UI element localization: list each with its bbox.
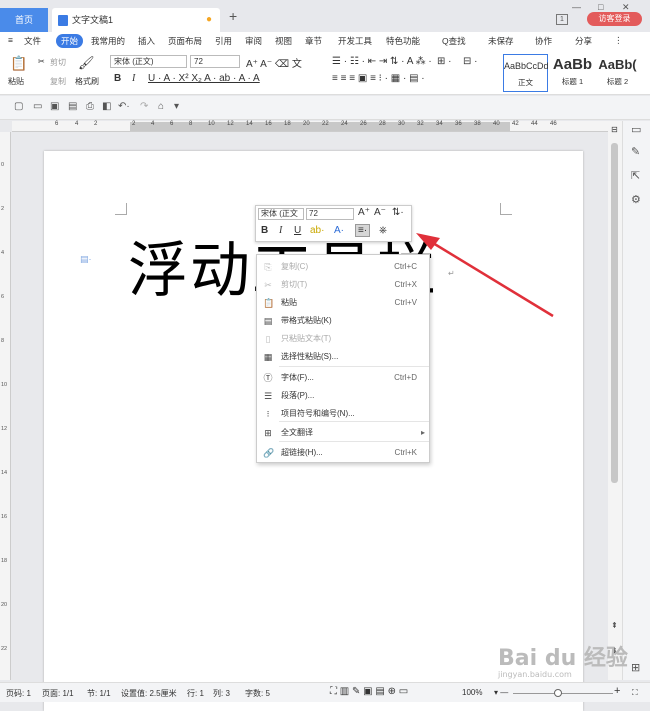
sidebar-collapse-icon[interactable]: ▭ [631, 123, 641, 136]
status-bar: 页码: 1 页面: 1/1 节: 1/1 设置值: 2.5厘米 行: 1 列: … [0, 682, 650, 702]
right-sidebar: ▭ ✎ ⇱ ⚙ ⊞ [622, 121, 650, 680]
status-section: 节: 1/1 [87, 689, 111, 698]
apps-icon[interactable]: ⊞ [631, 661, 640, 674]
settings-icon[interactable]: ⚙ [631, 193, 641, 206]
scroll-thumb[interactable] [611, 143, 618, 483]
zoom-in-icon[interactable]: + [614, 685, 620, 697]
watermark-text: Bai du 经验 [498, 646, 628, 671]
zoom-level[interactable]: 100% [462, 688, 482, 697]
status-col: 列: 3 [213, 689, 230, 698]
status-page: 页码: 1 [6, 689, 31, 698]
fullscreen-icon[interactable]: ⛶ [632, 688, 638, 698]
scroll-top-icon[interactable]: ⊟ [611, 125, 618, 134]
arrow-shaft [427, 238, 554, 318]
zoom-slider-track[interactable] [513, 693, 613, 694]
status-setting: 设置值: 2.5厘米 [121, 689, 177, 698]
red-arrow-annotation [416, 233, 554, 318]
status-words: 字数: 5 [245, 689, 270, 698]
vertical-scrollbar[interactable]: ⊟ ⇞ ⇟ [608, 121, 622, 680]
status-pages: 页面: 1/1 [42, 689, 74, 698]
view-mode-icons[interactable]: ⛶ ▥ ✎ ▣ ▤ ⊕ ▭ [330, 686, 408, 697]
arrow-head [416, 233, 440, 250]
pen-icon[interactable]: ✎ [631, 145, 640, 158]
zoom-slider-thumb[interactable] [554, 689, 562, 697]
scroll-up-icon[interactable]: ⇞ [611, 621, 618, 630]
watermark-sub: jingyan.baidu.com [498, 670, 572, 679]
watermark: Bai du 经验 jingyan.baidu.com [498, 640, 628, 679]
cursor-icon[interactable]: ⇱ [631, 169, 640, 182]
status-row: 行: 1 [187, 689, 204, 698]
zoom-out-icon[interactable]: ▾ — [494, 688, 508, 697]
